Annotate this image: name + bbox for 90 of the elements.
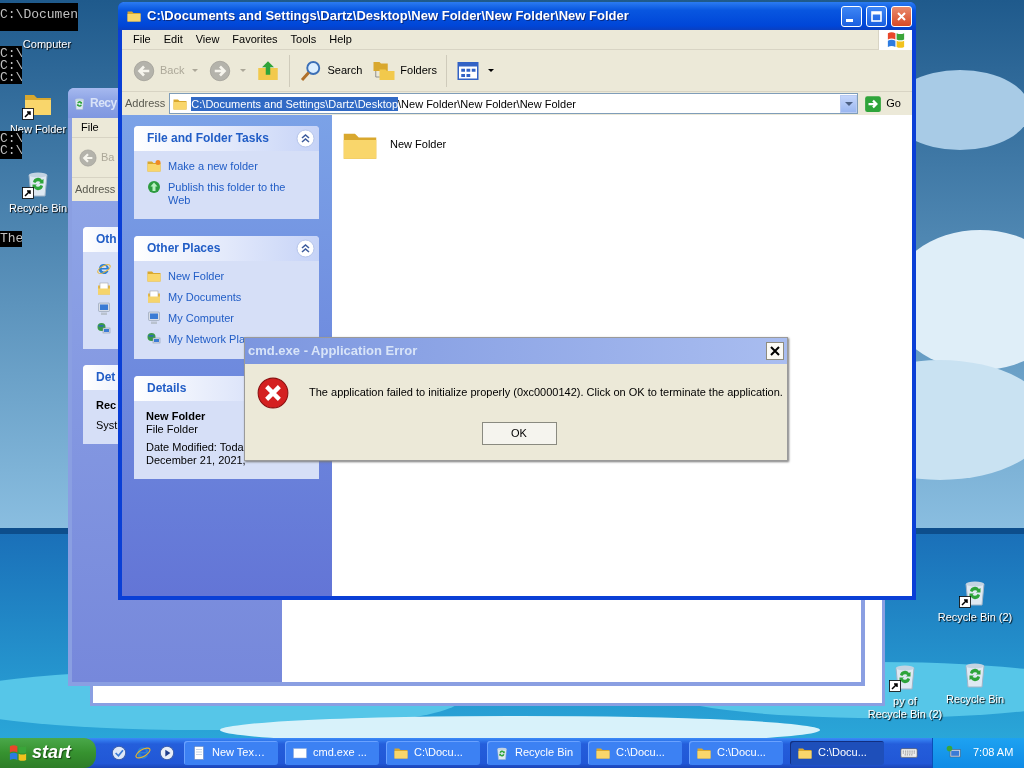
maximize-button[interactable] [866,5,887,27]
window-title: Recy [90,95,117,111]
item-name: Rec [96,399,117,412]
detail-text: Date Modified: Toda [146,441,245,454]
network-icon[interactable] [96,321,112,337]
task-link[interactable]: My Documents [146,291,307,305]
panel-header[interactable]: Other Places [134,236,319,261]
dropdown-button[interactable] [840,94,858,113]
folder-icon [146,158,162,174]
window-title: C:\Documents and Settings\Dartz\Desktop\New Folder\New Folder\New Folder [147,8,629,24]
panel-header[interactable]: File and Folder Tasks [134,126,319,151]
panel-title: Oth [96,232,117,247]
item-type: Syst [96,419,118,432]
documents-folder-icon [146,289,162,305]
icon-label[interactable]: Computer [22,38,72,51]
upload-icon [146,179,162,195]
collapse-button[interactable] [296,129,315,148]
task-link[interactable]: My Computer [146,312,307,326]
collapse-button[interactable] [296,239,315,258]
item-name: New Folder [146,410,207,423]
error-icon [256,376,290,410]
flag-logo-icon [8,743,28,763]
menu-item[interactable]: Favorites [225,32,284,47]
console-text: C:\ [0,48,22,60]
panel-title: Det [96,370,116,385]
document-icon [191,745,207,761]
menu-item[interactable]: File [126,32,157,47]
icon-label[interactable]: Recycle Bin (2) [937,611,1013,624]
minimize-icon [846,18,853,22]
taskbar-button[interactable]: New Tex… [184,741,278,765]
browser-icon[interactable] [96,261,112,277]
recycle-bin-icon [494,745,510,761]
browser-icon[interactable] [134,744,152,762]
taskbar-button[interactable]: C:\Docu... [790,741,884,765]
panel-header[interactable]: Det [83,365,118,390]
address-label: Address [75,182,116,197]
menu-item[interactable]: File [74,120,105,135]
item-type: File Folder [146,423,199,436]
address-label: Address [125,96,166,111]
icon-label[interactable]: Recycle Bin [8,202,68,215]
dialog-title: cmd.exe - Application Error [248,343,418,359]
close-icon [895,9,908,23]
console-text: The [0,233,22,245]
check-icon[interactable] [110,744,128,762]
search-button[interactable]: Search [295,56,367,85]
console-text: C:\ [0,72,22,84]
task-link[interactable]: Make a new folder [146,160,307,174]
taskbar-button[interactable]: cmd.exe ... [285,741,379,765]
address-text: \New Folder\New Folder\New Folder [398,96,576,111]
task-link[interactable]: Publish this folder to the Web [146,181,307,207]
chevron-icon [296,239,315,258]
window-icon [292,745,308,761]
minimize-button[interactable] [841,5,862,27]
console-text: C:\ [0,133,22,145]
task-link[interactable]: New Folder [146,270,307,284]
go-button[interactable]: Go [862,94,909,113]
panel-title: Other Places [147,241,221,256]
caret-icon [192,69,199,72]
menu-item[interactable]: Tools [283,32,323,47]
chevron-icon [296,129,315,148]
taskbar-button[interactable]: C:\Docu... [588,741,682,765]
ok-button[interactable]: OK [481,422,557,445]
folder-item[interactable]: New Folder [340,125,447,165]
close-icon [770,346,780,356]
network-icon [146,331,162,347]
caret-icon [844,101,853,106]
taskbar-button[interactable]: C:\Docu... [386,741,480,765]
clock: 7:08 AM [973,746,1014,760]
console-text: C:\Documen [0,9,78,21]
panel-header[interactable]: Oth [83,227,118,252]
console-text: C:\ [0,145,22,157]
play-icon[interactable] [158,744,176,762]
close-button[interactable] [766,342,784,360]
flag-logo-icon [885,29,906,50]
maximize-icon [870,9,883,23]
panel-title: File and Folder Tasks [147,131,269,146]
start-button[interactable]: start [0,738,96,768]
caret-icon [488,69,494,72]
folders-button[interactable]: Folders [368,56,441,85]
panel-title: Details [147,381,187,396]
menu-item[interactable]: View [188,32,226,47]
computer-icon[interactable] [96,301,112,317]
caret-icon [240,69,247,72]
taskbar-button[interactable]: Recycle Bin [487,741,581,765]
console-text: C:\ [0,60,22,72]
detail-text: December 21, 2021, [146,454,247,467]
menu-item[interactable]: Help [322,32,358,47]
taskbar-button[interactable]: C:\Docu... [689,741,783,765]
computer-icon [146,310,162,326]
menu-item[interactable]: Edit [156,32,189,47]
